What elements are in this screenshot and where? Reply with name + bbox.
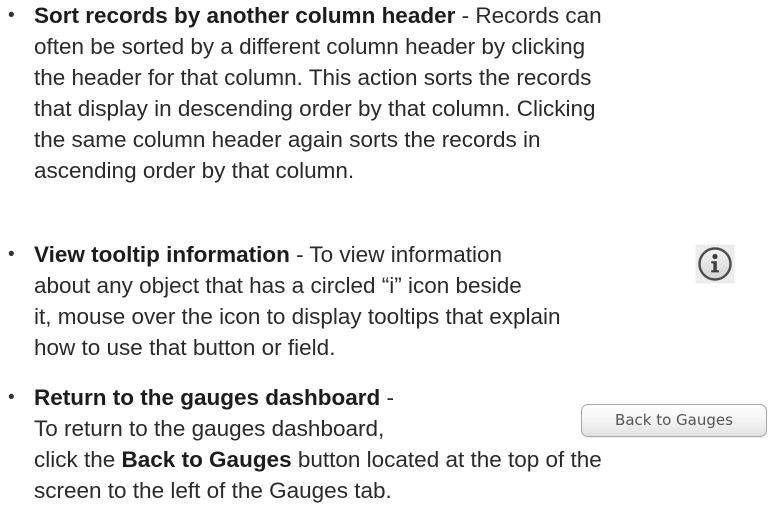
item-text-line: Records can	[475, 3, 602, 28]
item-text-line: To view information	[309, 242, 503, 267]
item-first-line: View tooltip information - To view infor…	[34, 239, 502, 270]
item-title: View tooltip information	[34, 242, 290, 267]
item-text-line: about any object that has a circled “i” …	[34, 273, 522, 298]
separator: -	[380, 385, 395, 410]
separator: -	[455, 3, 476, 28]
bullet: •	[8, 387, 15, 408]
item-text-line: the header for that column. This action …	[34, 65, 592, 90]
item-text-line: screen to the left of the Gauges tab.	[34, 478, 392, 503]
item-text-line: how to use that button or field.	[34, 335, 336, 360]
back-to-gauges-button[interactable]: Back to Gauges	[581, 404, 767, 437]
item-first-line: Return to the gauges dashboard -	[34, 382, 394, 413]
separator: -	[289, 242, 310, 267]
bullet: •	[8, 5, 15, 26]
item-text-line: click the Back to Gauges button located …	[34, 444, 602, 475]
info-circle-icon[interactable]	[695, 244, 735, 284]
item-text-line: it, mouse over the icon to display toolt…	[34, 304, 561, 329]
item-first-line: Sort records by another column header - …	[34, 0, 602, 31]
item-title: Return to the gauges dashboard	[34, 385, 381, 410]
item-title: Sort records by another column header	[34, 3, 456, 28]
item-text-line: often be sorted by a different column he…	[34, 34, 586, 59]
item-text-line: ascending order by that column.	[34, 158, 355, 183]
button-reference: Back to Gauges	[121, 447, 292, 472]
item-text-fragment: button located at the top of the	[291, 447, 602, 472]
bullet: •	[8, 244, 15, 265]
item-text-line: To return to the gauges dashboard,	[34, 416, 385, 441]
item-text-fragment: click the	[34, 447, 122, 472]
item-text-line: the same column header again sorts the r…	[34, 127, 541, 152]
item-text-line: that display in descending order by that…	[34, 96, 596, 121]
